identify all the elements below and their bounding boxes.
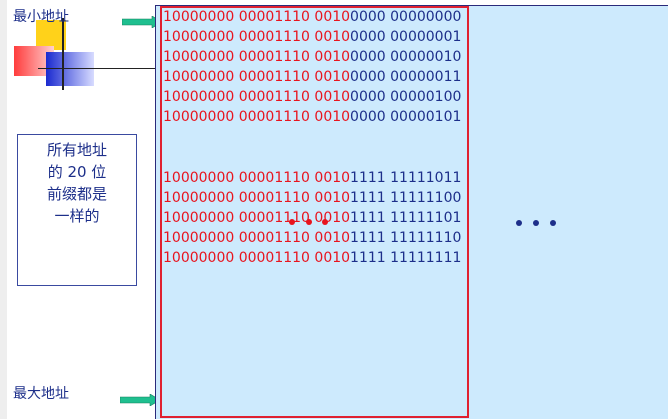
max-address-arrow-icon [120,394,160,406]
ellipsis-dot [533,220,539,226]
note-line: 所有地址 [46,141,107,159]
max-address-label: 最大地址 [13,386,69,402]
slide-logo-graphic [14,18,156,90]
min-address-label: 最小地址 [13,9,69,25]
logo-blue-square [46,52,94,86]
ellipsis-dot [550,220,556,226]
note-line: 前缀都是 [46,185,107,203]
prefix-note-box: 所有地址 的 20 位 前缀都是 一样的 [17,134,137,286]
ellipsis-dot [516,220,522,226]
note-line: 的 20 位 [47,163,107,181]
prefix-highlight-box [160,6,469,418]
left-margin-strip [0,0,7,419]
logo-vertical-line [62,18,64,90]
logo-horizontal-line [38,68,156,69]
note-line: 一样的 [54,207,100,225]
